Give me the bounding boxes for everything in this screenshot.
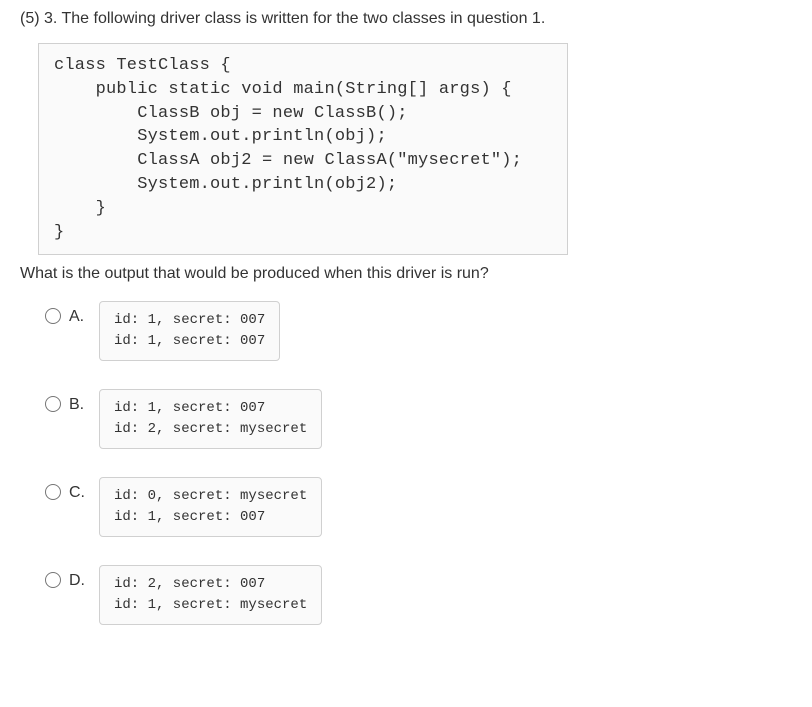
question-code-block: class TestClass { public static void mai… [38,43,568,255]
question-prompt: What is the output that would be produce… [20,265,792,283]
option-c-output: id: 0, secret: mysecret id: 1, secret: 0… [99,477,322,537]
option-b-radio[interactable] [45,396,61,412]
option-row: A. id: 1, secret: 007 id: 1, secret: 007 [45,301,792,361]
option-b-output: id: 1, secret: 007 id: 2, secret: mysecr… [99,389,322,449]
option-label: C. [69,477,99,502]
option-label: A. [69,301,99,326]
question-header: (5) 3. The following driver class is wri… [20,10,792,28]
option-row: C. id: 0, secret: mysecret id: 1, secret… [45,477,792,537]
option-row: D. id: 2, secret: 007 id: 1, secret: mys… [45,565,792,625]
option-row: B. id: 1, secret: 007 id: 2, secret: mys… [45,389,792,449]
option-label: D. [69,565,99,590]
option-a-radio[interactable] [45,308,61,324]
option-a-output: id: 1, secret: 007 id: 1, secret: 007 [99,301,280,361]
option-c-radio[interactable] [45,484,61,500]
option-d-radio[interactable] [45,572,61,588]
option-label: B. [69,389,99,414]
option-d-output: id: 2, secret: 007 id: 1, secret: mysecr… [99,565,322,625]
options-list: A. id: 1, secret: 007 id: 1, secret: 007… [45,301,792,625]
